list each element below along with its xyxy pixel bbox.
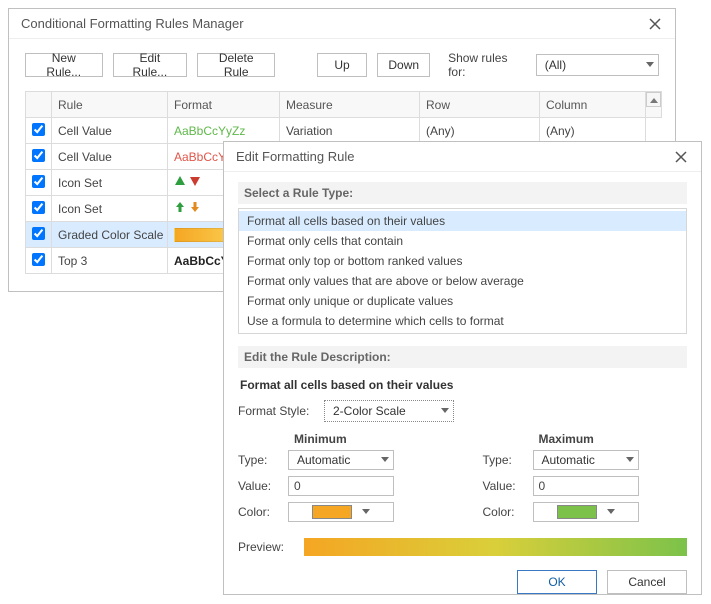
max-color-select[interactable]	[533, 502, 639, 522]
rule-type-list: Format all cells based on their valuesFo…	[238, 208, 687, 334]
new-rule-button[interactable]: New Rule...	[25, 53, 103, 77]
rule-type-option[interactable]: Format only unique or duplicate values	[239, 291, 686, 311]
rule-name-cell: Icon Set	[52, 196, 168, 222]
rule-type-option[interactable]: Format all cells based on their values	[239, 211, 686, 231]
rule-enabled-checkbox[interactable]	[32, 149, 45, 162]
format-sample: AaBbCcYyZz	[174, 124, 245, 138]
rule-column-cell: (Any)	[540, 118, 646, 144]
rules-manager-titlebar: Conditional Formatting Rules Manager	[9, 9, 675, 39]
show-rules-for-select[interactable]: (All)	[536, 54, 659, 76]
preview-label: Preview:	[238, 540, 294, 554]
rule-type-option[interactable]: Use a formula to determine which cells t…	[239, 311, 686, 331]
rule-type-option[interactable]: Format only cells that contain	[239, 231, 686, 251]
rule-name-cell: Graded Color Scale	[52, 222, 168, 248]
min-type-label: Type:	[238, 453, 288, 467]
rule-enabled-checkbox[interactable]	[32, 227, 45, 240]
max-value-label: Value:	[483, 479, 533, 493]
rule-row-cell: (Any)	[420, 118, 540, 144]
edit-rule-description-label: Edit the Rule Description:	[238, 346, 687, 368]
close-icon[interactable]	[643, 12, 667, 36]
rule-enabled-checkbox[interactable]	[32, 123, 45, 136]
arrow-down-icon	[189, 175, 201, 187]
format-style-select[interactable]: 2-Color Scale	[324, 400, 454, 422]
max-color-label: Color:	[483, 505, 533, 519]
chevron-down-icon	[607, 509, 615, 515]
minimum-label: Minimum	[294, 432, 443, 446]
delete-rule-button[interactable]: Delete Rule	[197, 53, 275, 77]
show-rules-for-value: (All)	[545, 58, 566, 72]
rules-table-scrollbar[interactable]	[646, 92, 662, 118]
format-style-value: 2-Color Scale	[333, 404, 406, 418]
rule-enabled-checkbox[interactable]	[32, 175, 45, 188]
edit-rule-button[interactable]: Edit Rule...	[113, 53, 188, 77]
rule-description-title: Format all cells based on their values	[240, 378, 687, 392]
rules-table-header: Rule Format Measure Row Column	[26, 92, 662, 118]
chevron-down-icon	[381, 457, 389, 463]
rules-manager-toolbar: New Rule... Edit Rule... Delete Rule Up …	[25, 51, 659, 79]
max-color-swatch	[557, 505, 597, 519]
rule-enabled-checkbox[interactable]	[32, 201, 45, 214]
rule-enabled-checkbox[interactable]	[32, 253, 45, 266]
col-row[interactable]: Row	[420, 92, 540, 118]
chevron-down-icon	[362, 509, 370, 515]
rule-type-option[interactable]: Format only values that are above or bel…	[239, 271, 686, 291]
col-column[interactable]: Column	[540, 92, 646, 118]
move-up-button[interactable]: Up	[317, 53, 368, 77]
min-type-select[interactable]: Automatic	[288, 450, 394, 470]
arrow-up-icon	[174, 175, 186, 187]
table-row[interactable]: Cell ValueAaBbCcYyZzVariation(Any)(Any)	[26, 118, 662, 144]
col-rule[interactable]: Rule	[52, 92, 168, 118]
ok-button[interactable]: OK	[517, 570, 597, 594]
format-sample: AaBbCcY	[174, 254, 229, 268]
arrow-down-icon	[189, 201, 201, 213]
close-icon[interactable]	[669, 145, 693, 169]
max-type-value: Automatic	[542, 453, 595, 467]
min-type-value: Automatic	[297, 453, 350, 467]
min-value-label: Value:	[238, 479, 288, 493]
scroll-up-icon[interactable]	[646, 92, 661, 107]
min-value-input[interactable]	[288, 476, 394, 496]
edit-rule-title: Edit Formatting Rule	[236, 149, 669, 164]
max-type-select[interactable]: Automatic	[533, 450, 639, 470]
rule-type-option[interactable]: Format only top or bottom ranked values	[239, 251, 686, 271]
chevron-down-icon	[441, 408, 449, 414]
rule-name-cell: Cell Value	[52, 118, 168, 144]
max-type-label: Type:	[483, 453, 533, 467]
cancel-button[interactable]: Cancel	[607, 570, 687, 594]
min-color-swatch	[312, 505, 352, 519]
col-format[interactable]: Format	[168, 92, 280, 118]
min-color-label: Color:	[238, 505, 288, 519]
show-rules-for-label: Show rules for:	[448, 51, 520, 79]
edit-rule-dialog: Edit Formatting Rule Select a Rule Type:…	[223, 141, 702, 595]
rule-format-cell: AaBbCcYyZz	[168, 118, 280, 144]
min-color-select[interactable]	[288, 502, 394, 522]
chevron-down-icon	[646, 62, 654, 68]
rule-measure-cell: Variation	[280, 118, 420, 144]
select-rule-type-label: Select a Rule Type:	[238, 182, 687, 204]
format-style-label: Format Style:	[238, 404, 316, 418]
rule-name-cell: Cell Value	[52, 144, 168, 170]
chevron-down-icon	[626, 457, 634, 463]
arrow-up-icon	[174, 201, 186, 213]
preview-gradient	[304, 538, 687, 556]
edit-rule-titlebar: Edit Formatting Rule	[224, 142, 701, 172]
rule-name-cell: Top 3	[52, 248, 168, 274]
col-measure[interactable]: Measure	[280, 92, 420, 118]
rules-manager-title: Conditional Formatting Rules Manager	[21, 16, 643, 31]
max-value-input[interactable]	[533, 476, 639, 496]
rule-name-cell: Icon Set	[52, 170, 168, 196]
maximum-label: Maximum	[539, 432, 688, 446]
move-down-button[interactable]: Down	[377, 53, 430, 77]
